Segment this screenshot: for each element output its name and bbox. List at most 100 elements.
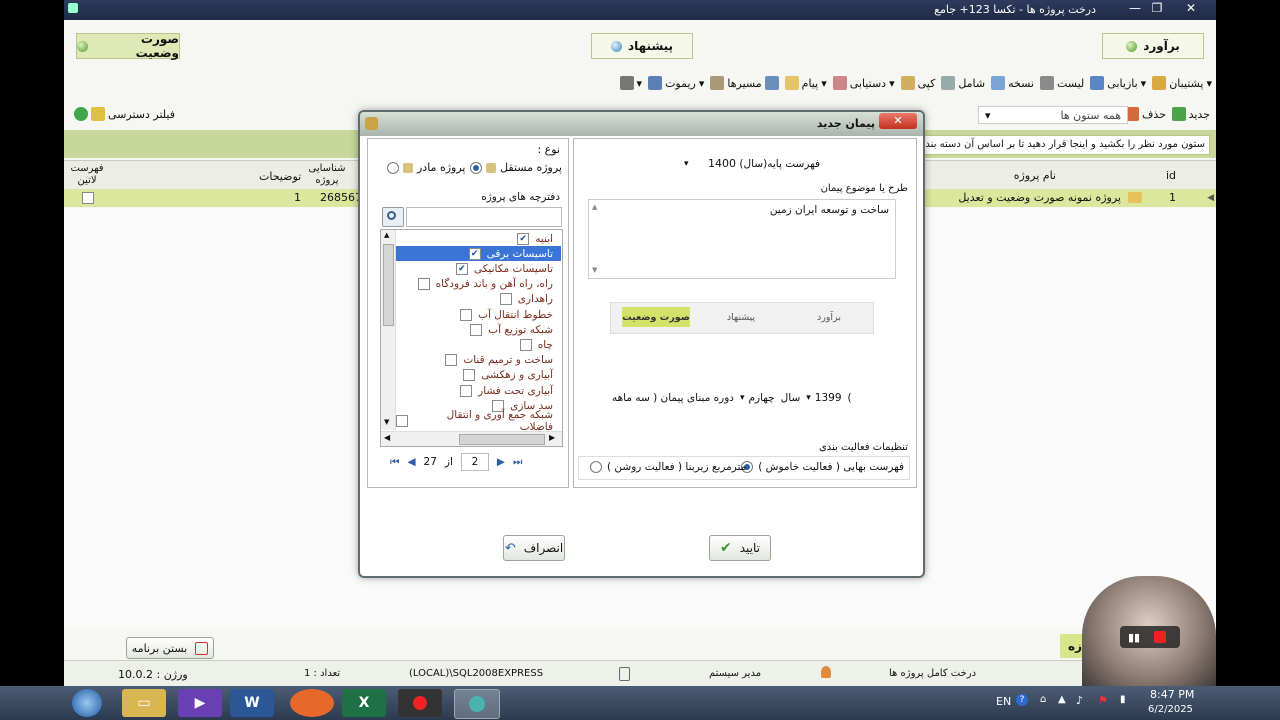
action-center-icon[interactable]: ⚑ [1098, 694, 1108, 707]
dialog-close-button[interactable]: ✕ [879, 113, 917, 129]
first-page-icon[interactable]: ⏮ [390, 456, 399, 469]
remote-button[interactable]: ریموت ▾ [648, 76, 704, 90]
version-button[interactable]: نسخه [991, 76, 1034, 90]
help-icon[interactable]: ? [1016, 694, 1028, 706]
search-button[interactable] [382, 207, 404, 227]
ok-button[interactable]: تایید ✔ [709, 535, 771, 561]
column-header-name[interactable]: نام پروژه [1014, 169, 1056, 182]
segment-soorat[interactable]: صورت وضعیت [622, 307, 690, 327]
books-list[interactable]: ▲ ▼ ✔ ابنیه ✔ تاسیسات برقی ✔ تاسیسات مکانیکی ر… [380, 229, 563, 447]
columns-select[interactable]: همه ستون ها ▾ [978, 106, 1128, 124]
clock-date[interactable]: 6/2/2025 [1148, 704, 1193, 715]
row-latin-checkbox[interactable] [82, 192, 94, 204]
list-item[interactable]: ساخت و ترمیم قنات [445, 353, 553, 368]
activity-on-radio[interactable]: مترمربع زیربنا ( فعالیت روشن ) [590, 461, 746, 473]
clock-time[interactable]: 8:47 PM [1150, 688, 1194, 701]
checkbox-icon[interactable] [417, 278, 430, 291]
checkbox-icon[interactable] [460, 384, 473, 397]
list-item[interactable]: آبیاری و زهکشی [463, 368, 553, 383]
plan-textarea[interactable]: ساخت و توسعه ایران زمین ▲ ▼ [588, 199, 896, 279]
pause-icon[interactable]: ▮▮ [1128, 631, 1140, 644]
soorat-vaziat-mode-button[interactable]: صورت وضعیت [76, 32, 180, 60]
minimize-button[interactable]: — [1124, 0, 1146, 18]
copy-button[interactable]: کپی [900, 76, 935, 90]
firefox-taskbar-icon[interactable] [290, 689, 334, 717]
access-filter-button[interactable]: فیلتر دسترسی [74, 107, 175, 121]
column-header-id[interactable]: id [1166, 169, 1176, 182]
list-button[interactable]: لیست [1040, 76, 1084, 90]
last-page-icon[interactable]: ⏭ [513, 456, 522, 469]
new-button[interactable]: جدید [1171, 107, 1210, 121]
signal-icon[interactable]: ▮ [1120, 694, 1126, 705]
access-button[interactable]: دستیابی ▾ [832, 76, 895, 90]
cancel-button[interactable]: انصراف ↶ [503, 535, 565, 561]
baravord-mode-button[interactable]: برآورد [1102, 33, 1204, 59]
list-item-label: شبکه توزیع آب [488, 323, 553, 336]
start-button[interactable] [72, 689, 102, 717]
list-item[interactable]: شبکه توزیع آب [470, 322, 553, 337]
maximize-button[interactable]: ❐ [1146, 0, 1168, 18]
excel-taskbar-icon[interactable]: X [342, 689, 386, 717]
message-button[interactable]: پیام ▾ [784, 76, 827, 90]
checkbox-icon[interactable] [519, 338, 532, 351]
books-scroll-thumb[interactable] [383, 244, 394, 326]
column-header-latin[interactable]: فهرست لاتین [66, 163, 108, 187]
checkbox-icon[interactable] [470, 323, 483, 336]
books-horizontal-scrollbar[interactable]: ◀ ▶ [381, 431, 562, 446]
visual-studio-taskbar-icon[interactable]: ▶ [178, 689, 222, 717]
close-program-button[interactable]: بستن برنامه [126, 637, 214, 659]
close-button[interactable]: ✕ [1180, 0, 1202, 18]
checkbox-checked-icon[interactable]: ✔ [455, 262, 468, 275]
checkbox-checked-icon[interactable]: ✔ [468, 247, 481, 260]
list-item[interactable]: خطوط انتقال آب [460, 307, 553, 322]
pager-page-input[interactable]: 2 [460, 453, 489, 471]
type-independent-radio[interactable]: پروژه مستقل [470, 161, 562, 174]
include-button[interactable]: شامل [941, 76, 985, 90]
tray-expand-icon[interactable]: ▲ [1058, 694, 1066, 705]
list-item[interactable]: ✔ تاسیسات برقی [468, 246, 553, 261]
checkbox-checked-icon[interactable]: ✔ [517, 232, 530, 245]
books-search-input[interactable] [406, 207, 562, 227]
explorer-taskbar-icon[interactable]: ▭ [122, 689, 166, 717]
volume-icon[interactable]: ♪ [1076, 694, 1083, 707]
recording-controls[interactable]: ▮▮ [1120, 626, 1180, 648]
checkbox-icon[interactable] [499, 293, 512, 306]
segment-baravord[interactable]: برآورد [792, 307, 866, 327]
books-vertical-scrollbar[interactable]: ▲ ▼ [381, 230, 396, 430]
tekasa-taskbar-icon[interactable] [454, 689, 500, 719]
word-taskbar-icon[interactable]: W [230, 689, 274, 717]
paths-button[interactable]: مسیرها [710, 76, 779, 90]
base-year-select[interactable]: ▾ 1400 [680, 155, 740, 172]
list-item[interactable]: ✔ ابنیه [517, 231, 553, 246]
list-item[interactable]: راه، راه آهن و باند فرودگاه [417, 277, 553, 292]
checkbox-icon[interactable] [460, 308, 473, 321]
quarter-select[interactable]: چهارم ▾ [740, 392, 775, 404]
checkbox-icon[interactable] [445, 354, 458, 367]
books-hscroll-thumb[interactable] [459, 434, 545, 445]
list-item[interactable]: راهداری [499, 292, 553, 307]
checkbox-icon[interactable] [396, 414, 408, 427]
checkbox-icon[interactable] [463, 369, 476, 382]
activity-off-radio[interactable]: فهرست بهایی ( فعالیت خاموش ) [741, 461, 904, 473]
delete-button[interactable]: حذف [1125, 107, 1166, 121]
period-year-select[interactable]: 1399 ▾ [806, 392, 841, 404]
list-item[interactable]: چاه [519, 337, 553, 352]
prev-page-icon[interactable]: ◀ [407, 456, 415, 468]
list-item[interactable]: ✔ تاسیسات مکانیکی [455, 261, 553, 276]
list-item[interactable]: شبکه جمع آوری و انتقال فاضلاب [396, 409, 553, 433]
language-indicator[interactable]: EN [996, 695, 1011, 708]
next-page-icon[interactable]: ▶ [497, 456, 505, 468]
segment-pishnahad[interactable]: پیشنهاد [702, 307, 780, 327]
print-button[interactable]: ▾ [619, 76, 642, 90]
pishnahad-mode-button[interactable]: پیشنهاد [591, 33, 693, 59]
network-icon[interactable]: ⌂ [1040, 694, 1046, 705]
column-header-desc[interactable]: توضیحات [259, 170, 301, 183]
toolbar-label: مسیرها [727, 76, 762, 90]
column-header-code[interactable]: شناسایی پروژه [302, 163, 352, 187]
stop-record-icon[interactable] [1154, 631, 1166, 643]
type-parent-radio[interactable]: پروژه مادر [387, 161, 465, 174]
list-item[interactable]: آبیاری تحت فشار [460, 383, 553, 398]
backup-button[interactable]: پشتیبان ▾ [1152, 76, 1212, 90]
recorder-taskbar-icon[interactable] [398, 689, 442, 717]
restore-button[interactable]: بازیابی ▾ [1090, 76, 1146, 90]
